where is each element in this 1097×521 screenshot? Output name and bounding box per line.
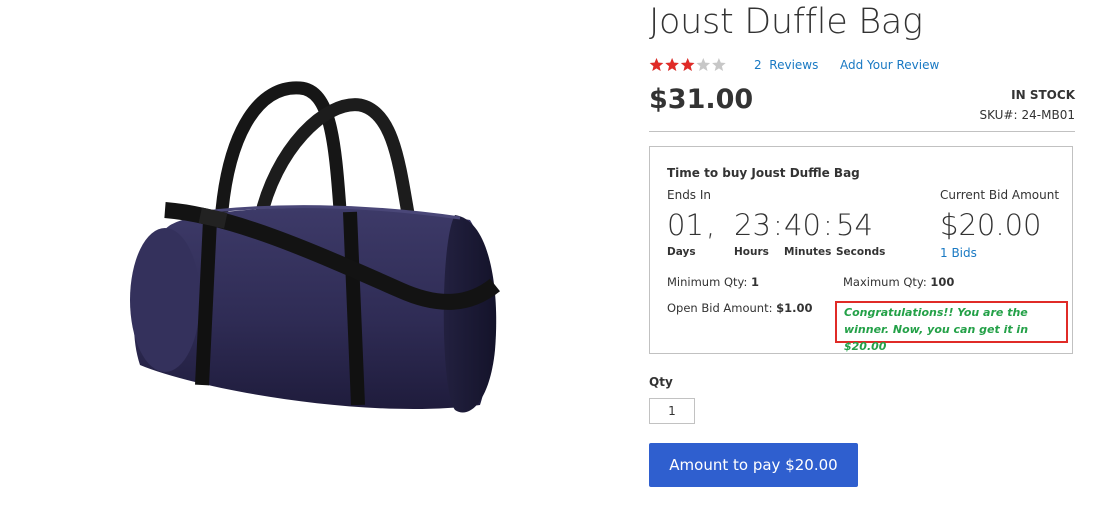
current-bid-label: Current Bid Amount [940, 188, 1060, 202]
add-review-link[interactable]: Add Your Review [840, 58, 939, 72]
hours-label: Hours [734, 246, 769, 258]
open-bid-amount: Open Bid Amount: $1.00 [667, 301, 813, 315]
min-qty-value: 1 [751, 275, 760, 289]
divider [649, 131, 1075, 132]
winner-message: Congratulations!! You are the winner. No… [835, 301, 1068, 353]
countdown-separator: : [773, 208, 783, 242]
countdown-days: 01 [667, 208, 704, 242]
sku-label: SKU#: [979, 108, 1018, 122]
reviews-count: 2 [754, 58, 762, 72]
open-bid-value: $1.00 [776, 301, 813, 315]
max-qty-label: Maximum Qty: [843, 275, 927, 289]
minimum-qty: Minimum Qty: 1 [667, 275, 759, 289]
rating-stars-icon [649, 58, 726, 71]
reviews-link[interactable]: 2 Reviews [754, 58, 818, 72]
countdown-minutes: 40 [784, 208, 821, 242]
min-qty-label: Minimum Qty: [667, 275, 748, 289]
countdown-hours: 23 [734, 208, 771, 242]
max-qty-value: 100 [930, 275, 955, 289]
auction-title: Time to buy Joust Duffle Bag [667, 166, 860, 180]
days-label: Days [667, 246, 696, 258]
duffle-bag-image[interactable] [110, 60, 510, 430]
countdown-separator: : [823, 208, 833, 242]
product-sku: SKU#: 24-MB01 [979, 108, 1075, 122]
product-price: $31.00 [649, 84, 754, 115]
product-image-gallery [0, 0, 620, 521]
reviews-label: Reviews [769, 58, 819, 72]
sku-value: 24-MB01 [1021, 108, 1075, 122]
countdown-seconds: 54 [836, 208, 873, 242]
product-title: Joust Duffle Bag [649, 2, 923, 42]
amount-to-pay-button[interactable]: Amount to pay $20.00 [649, 443, 858, 487]
seconds-label: Seconds [836, 246, 886, 258]
countdown-separator: , [706, 208, 716, 242]
qty-label: Qty [649, 375, 673, 389]
current-bid-amount: $20.00 [940, 208, 1042, 242]
open-bid-label: Open Bid Amount: [667, 301, 773, 315]
minutes-label: Minutes [784, 246, 832, 258]
maximum-qty: Maximum Qty: 100 [843, 275, 954, 289]
bids-link[interactable]: 1 Bids [940, 246, 977, 260]
ends-in-label: Ends In [667, 188, 712, 202]
qty-input[interactable] [649, 398, 695, 424]
auction-box: Time to buy Joust Duffle Bag Ends In 01 … [649, 146, 1073, 354]
stock-status: IN STOCK [1011, 88, 1075, 102]
